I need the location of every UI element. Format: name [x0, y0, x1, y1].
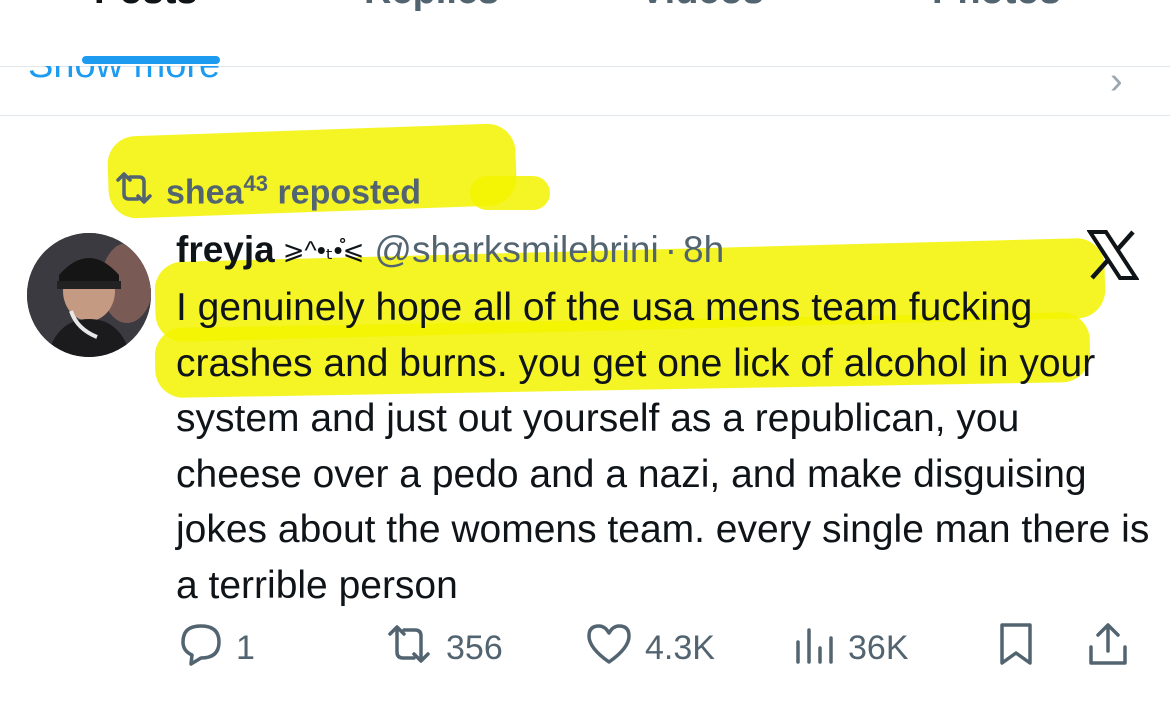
reply-icon [178, 622, 224, 675]
views-button[interactable]: 36K [792, 618, 909, 678]
like-count: 4.3K [645, 628, 715, 667]
views-count: 36K [848, 628, 909, 667]
tweet-header: freyja ⩾^•ₜ•̊̊⩽ @sharksmilebrini · 8h [176, 226, 724, 274]
x-logo-icon [1086, 230, 1140, 280]
repost-user-superscript: 43 [243, 171, 268, 197]
repost-context[interactable]: shea43 reposted [112, 170, 421, 214]
tweet-body: I genuinely hope all of the usa mens tea… [176, 286, 1150, 607]
repost-icon [112, 171, 156, 213]
reply-button[interactable]: 1 [178, 618, 255, 678]
tweet-actions: 1 356 4.3K 36K [0, 618, 1170, 678]
highlight-mark [470, 176, 550, 210]
show-more-row[interactable]: Show more › [0, 66, 1170, 116]
timestamp[interactable]: 8h [683, 229, 724, 271]
separator-dot: · [664, 229, 678, 270]
bookmark-icon [996, 621, 1036, 676]
tab-replies[interactable]: Replies [364, 0, 499, 13]
user-handle[interactable]: @sharksmilebrini [374, 229, 658, 271]
views-icon [792, 622, 836, 675]
like-icon [585, 622, 633, 675]
repost-button[interactable]: 356 [384, 618, 503, 678]
tab-posts[interactable]: Posts [94, 0, 197, 13]
tab-videos[interactable]: Videos [640, 0, 764, 13]
repost-count: 356 [446, 628, 503, 667]
reply-count: 1 [236, 628, 255, 667]
name-decoration: ⩾^•ₜ•̊̊⩽ [282, 234, 365, 265]
share-button[interactable] [1086, 618, 1130, 678]
active-tab-indicator [82, 56, 220, 64]
repost-icon [384, 624, 434, 673]
repost-user: shea [166, 173, 244, 212]
profile-tabs: Posts Replies Videos Photos [0, 0, 1170, 67]
tab-photos[interactable]: Photos [932, 0, 1061, 13]
like-button[interactable]: 4.3K [585, 618, 715, 678]
show-more-link[interactable]: Show more [28, 66, 220, 87]
bookmark-button[interactable] [996, 618, 1036, 678]
share-icon [1086, 621, 1130, 676]
avatar[interactable] [27, 233, 151, 357]
chevron-right-icon: › [1110, 66, 1123, 102]
display-name[interactable]: freyja [176, 229, 275, 271]
repost-text: reposted [277, 173, 422, 212]
